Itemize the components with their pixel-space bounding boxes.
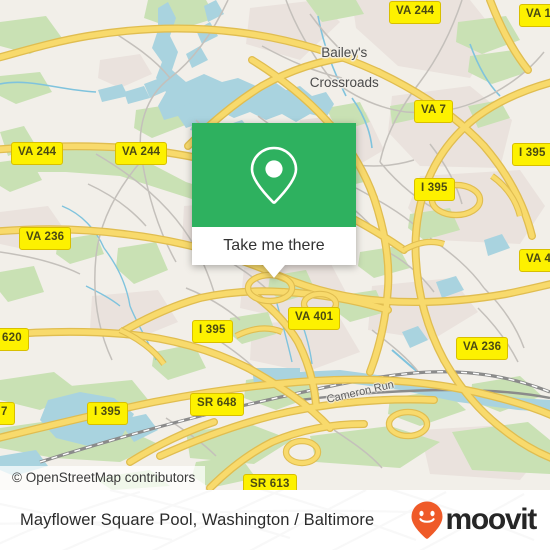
- road-shield[interactable]: I 395: [192, 320, 233, 343]
- moovit-map-screenshot: Bailey's Crossroads Cameron Run VA 244 V…: [0, 0, 550, 550]
- road-shield[interactable]: SR 613: [243, 474, 297, 490]
- road-shield[interactable]: VA 4: [519, 249, 550, 272]
- road-shield[interactable]: I 395: [512, 143, 550, 166]
- place-label-baileys-crossroads: Bailey's Crossroads: [309, 45, 379, 90]
- location-popup-card[interactable]: Take me there: [192, 123, 356, 278]
- page-title: Mayflower Square Pool, Washington / Balt…: [20, 510, 375, 529]
- road-shield[interactable]: VA 244: [389, 1, 442, 24]
- road-shield[interactable]: VA 236: [456, 337, 509, 360]
- road-shield[interactable]: VA 7: [414, 100, 454, 123]
- take-me-there-button[interactable]: Take me there: [192, 227, 356, 265]
- road-shield[interactable]: VA 236: [19, 227, 72, 250]
- road-shield[interactable]: VA 244: [115, 142, 168, 165]
- moovit-wordmark: moovit: [445, 503, 537, 536]
- map-pin-icon: [250, 146, 298, 204]
- road-shield[interactable]: 620: [0, 328, 29, 351]
- map-attribution[interactable]: © OpenStreetMap contributors: [0, 466, 206, 490]
- road-shield[interactable]: I 395: [414, 178, 455, 201]
- road-shield[interactable]: 7: [0, 402, 15, 425]
- moovit-smiley-pin-icon: [411, 501, 443, 539]
- road-shield[interactable]: VA 401: [288, 307, 341, 330]
- take-me-there-label: Take me there: [223, 237, 325, 254]
- map-canvas[interactable]: Bailey's Crossroads Cameron Run VA 244 V…: [0, 0, 550, 490]
- road-shield[interactable]: VA 1: [519, 4, 550, 27]
- popup-image: [192, 123, 356, 227]
- road-shield[interactable]: SR 648: [190, 393, 244, 416]
- moovit-brand[interactable]: moovit: [410, 500, 537, 540]
- road-shield[interactable]: I 395: [87, 402, 128, 425]
- popup-pointer-tail: [263, 265, 285, 278]
- footer-bar: Mayflower Square Pool, Washington / Balt…: [0, 490, 550, 550]
- road-shield[interactable]: VA 244: [11, 142, 64, 165]
